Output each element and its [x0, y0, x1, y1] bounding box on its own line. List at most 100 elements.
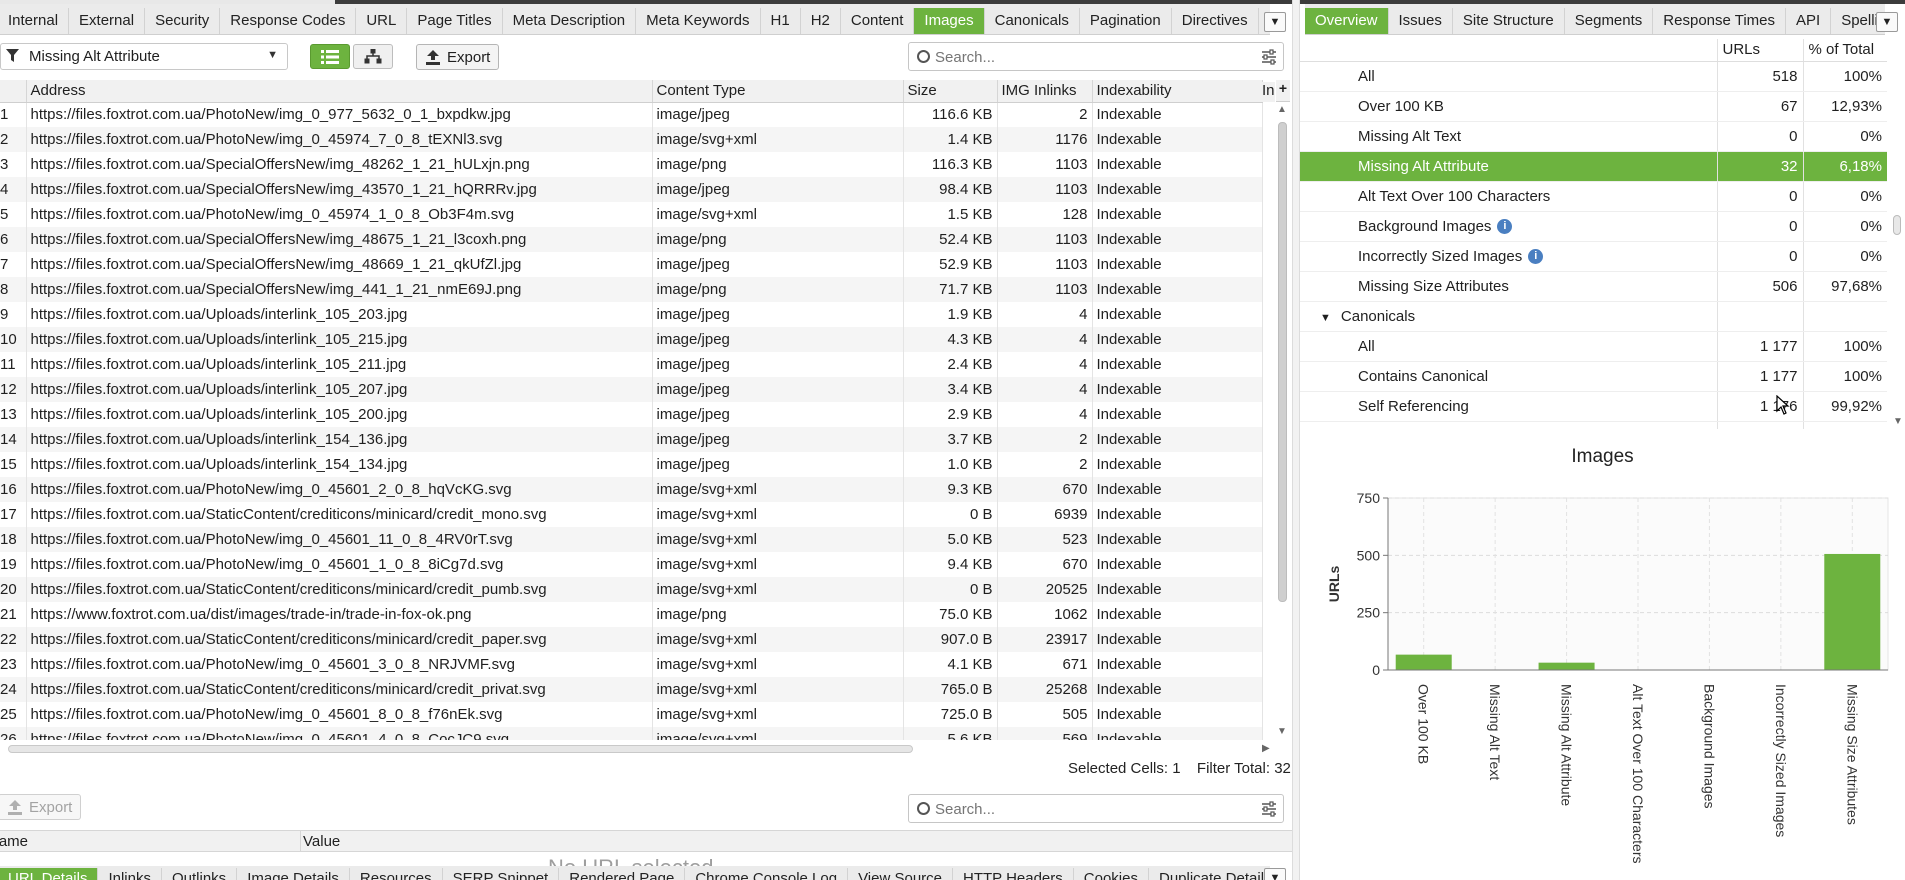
search-input[interactable]: [935, 47, 1255, 67]
indexability-cell[interactable]: Indexable: [1092, 252, 1263, 277]
address-cell[interactable]: https://files.foxtrot.com.ua/Uploads/int…: [26, 302, 653, 327]
indexability-cell[interactable]: Indexable: [1092, 577, 1263, 602]
indexability-cell[interactable]: Indexable: [1092, 277, 1263, 302]
table-row[interactable]: 17 https://files.foxtrot.com.ua/StaticCon…: [0, 502, 1263, 527]
overview-row-alt-text-over-100-characters[interactable]: Alt Text Over 100 Characters 0 0%: [1300, 181, 1887, 212]
tab-url[interactable]: URL: [356, 8, 408, 34]
indexability-cell[interactable]: Indexable: [1092, 477, 1263, 502]
table-row[interactable]: 2 https://files.foxtrot.com.ua/PhotoNew/i…: [0, 127, 1263, 152]
row-number[interactable]: 23: [0, 652, 27, 677]
address-cell[interactable]: https://files.foxtrot.com.ua/SpecialOffe…: [26, 177, 653, 202]
content-type-cell[interactable]: image/png: [652, 227, 904, 252]
indexability-cell[interactable]: Indexable: [1092, 452, 1263, 477]
tab-inlinks[interactable]: Inlinks: [98, 868, 162, 880]
size-cell[interactable]: 907.0 B: [903, 627, 998, 652]
table-horizontal-scrollbar[interactable]: ▶: [0, 742, 1275, 756]
img-inlinks-cell[interactable]: 569: [997, 727, 1093, 740]
tab-images[interactable]: Images: [914, 8, 985, 34]
row-number[interactable]: 24: [0, 677, 27, 702]
content-type-cell[interactable]: image/jpeg: [652, 352, 904, 377]
table-row[interactable]: 4 https://files.foxtrot.com.ua/SpecialOff…: [0, 177, 1263, 202]
table-row[interactable]: 6 https://files.foxtrot.com.ua/SpecialOff…: [0, 227, 1263, 252]
indexability-cell[interactable]: Indexable: [1092, 177, 1263, 202]
table-row[interactable]: 23 https://files.foxtrot.com.ua/PhotoNew/…: [0, 652, 1263, 677]
main-tabs-dropdown-icon[interactable]: ▼: [1264, 12, 1286, 32]
col-indexability-status[interactable]: In: [1262, 82, 1275, 102]
tab-cookies[interactable]: Cookies: [1074, 868, 1149, 880]
size-cell[interactable]: 5.0 KB: [903, 527, 998, 552]
row-number[interactable]: 12: [0, 377, 27, 402]
table-row[interactable]: 20 https://files.foxtrot.com.ua/StaticCon…: [0, 577, 1263, 602]
table-row[interactable]: 21 https://www.foxtrot.com.ua/dist/images…: [0, 602, 1263, 627]
size-cell[interactable]: 4.1 KB: [903, 652, 998, 677]
img-inlinks-cell[interactable]: 670: [997, 477, 1093, 502]
content-type-cell[interactable]: image/svg+xml: [652, 202, 904, 227]
indexability-cell[interactable]: Indexable: [1092, 102, 1263, 127]
row-number[interactable]: 3: [0, 152, 27, 177]
size-cell[interactable]: 765.0 B: [903, 677, 998, 702]
tab-image-details[interactable]: Image Details: [237, 868, 350, 880]
table-row[interactable]: 5 https://files.foxtrot.com.ua/PhotoNew/i…: [0, 202, 1263, 227]
tab-response-times[interactable]: Response Times: [1653, 8, 1787, 34]
scroll-down-icon[interactable]: ▼: [1277, 726, 1287, 737]
content-type-cell[interactable]: image/jpeg: [652, 427, 904, 452]
tab-directives[interactable]: Directives: [1172, 8, 1259, 34]
content-type-cell[interactable]: image/svg+xml: [652, 677, 904, 702]
tab-meta-description[interactable]: Meta Description: [503, 8, 637, 34]
img-inlinks-cell[interactable]: 1103: [997, 152, 1093, 177]
filter-dropdown[interactable]: Missing Alt Attribute ▼: [0, 43, 288, 70]
row-number[interactable]: 13: [0, 402, 27, 427]
address-cell[interactable]: https://files.foxtrot.com.ua/Uploads/int…: [26, 427, 653, 452]
img-inlinks-cell[interactable]: 1103: [997, 277, 1093, 302]
table-row[interactable]: 26 https://files.foxtrot.com.ua/PhotoNew/…: [0, 727, 1263, 740]
address-cell[interactable]: https://files.foxtrot.com.ua/Uploads/int…: [26, 402, 653, 427]
size-cell[interactable]: 1.4 KB: [903, 127, 998, 152]
img-inlinks-cell[interactable]: 1103: [997, 252, 1093, 277]
overview-row-all[interactable]: All 1 177 100%: [1300, 331, 1887, 362]
img-inlinks-cell[interactable]: 25268: [997, 677, 1093, 702]
overview-row-missing-size-attributes[interactable]: Missing Size Attributes 506 97,68%: [1300, 271, 1887, 302]
export-button[interactable]: Export: [416, 44, 500, 70]
address-cell[interactable]: https://files.foxtrot.com.ua/SpecialOffe…: [26, 252, 653, 277]
table-row[interactable]: 1 https://files.foxtrot.com.ua/PhotoNew/i…: [0, 102, 1263, 127]
img-inlinks-cell[interactable]: 4: [997, 327, 1093, 352]
add-column-icon[interactable]: +: [1276, 80, 1290, 102]
size-cell[interactable]: 116.3 KB: [903, 152, 998, 177]
overview-row-incorrectly-sized-images[interactable]: Incorrectly Sized Images i 0 0%: [1300, 241, 1887, 272]
tab-view-source[interactable]: View Source: [848, 868, 954, 880]
overview-row-missing-alt-attribute[interactable]: Missing Alt Attribute 32 6,18%: [1300, 151, 1887, 182]
indexability-cell[interactable]: Indexable: [1092, 627, 1263, 652]
img-inlinks-cell[interactable]: 1103: [997, 227, 1093, 252]
content-type-cell[interactable]: image/jpeg: [652, 402, 904, 427]
content-type-cell[interactable]: image/jpeg: [652, 452, 904, 477]
right-tabs-dropdown-icon[interactable]: ▼: [1876, 12, 1898, 32]
lower-export-button[interactable]: Export: [0, 794, 82, 820]
filter-settings-icon[interactable]: [1261, 801, 1277, 817]
size-cell[interactable]: 0 B: [903, 577, 998, 602]
tab-overview[interactable]: Overview: [1305, 8, 1389, 34]
indexability-cell[interactable]: Indexable: [1092, 402, 1263, 427]
size-cell[interactable]: 116.6 KB: [903, 102, 998, 127]
col-size[interactable]: Size: [903, 80, 998, 103]
indexability-cell[interactable]: Indexable: [1092, 352, 1263, 377]
col-content-type[interactable]: Content Type: [652, 80, 904, 103]
table-row[interactable]: 15 https://files.foxtrot.com.ua/Uploads/i…: [0, 452, 1263, 477]
info-icon[interactable]: i: [1497, 219, 1513, 235]
content-type-cell[interactable]: image/png: [652, 277, 904, 302]
scroll-down-icon[interactable]: ▼: [1893, 416, 1903, 427]
address-cell[interactable]: https://www.foxtrot.com.ua/dist/images/t…: [26, 602, 653, 627]
table-row[interactable]: 13 https://files.foxtrot.com.ua/Uploads/i…: [0, 402, 1263, 427]
img-inlinks-cell[interactable]: 128: [997, 202, 1093, 227]
tab-security[interactable]: Security: [145, 8, 221, 34]
tab-serp-snippet[interactable]: SERP Snippet: [443, 868, 560, 880]
overview-row-contains-canonical[interactable]: Contains Canonical 1 177 100%: [1300, 361, 1887, 392]
size-cell[interactable]: 4.3 KB: [903, 327, 998, 352]
tab-page-titles[interactable]: Page Titles: [407, 8, 503, 34]
tab-api[interactable]: API: [1786, 8, 1832, 34]
indexability-cell[interactable]: Indexable: [1092, 527, 1263, 552]
img-inlinks-cell[interactable]: 1062: [997, 602, 1093, 627]
table-row[interactable]: 3 https://files.foxtrot.com.ua/SpecialOff…: [0, 152, 1263, 177]
address-cell[interactable]: https://files.foxtrot.com.ua/StaticConte…: [26, 502, 653, 527]
indexability-cell[interactable]: Indexable: [1092, 202, 1263, 227]
img-inlinks-cell[interactable]: 4: [997, 302, 1093, 327]
